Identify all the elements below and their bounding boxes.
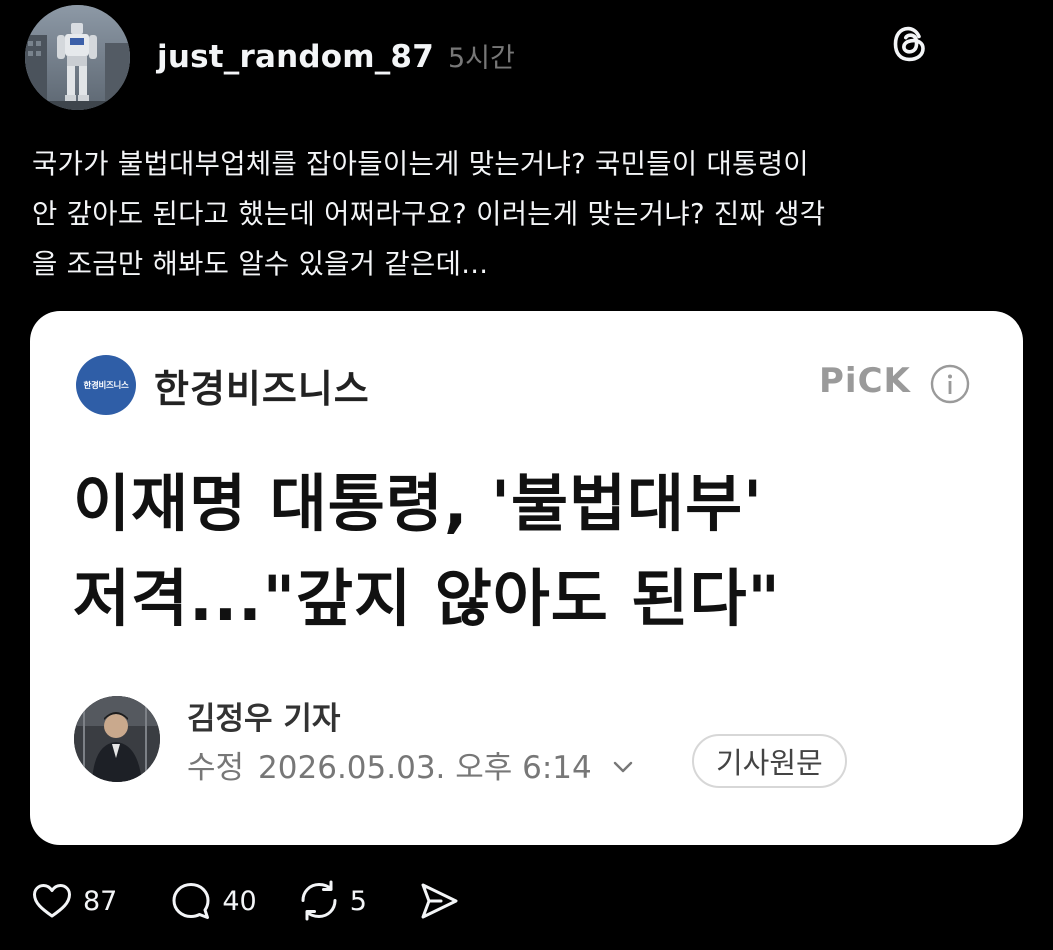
reply-button[interactable]: 40 [169,879,257,923]
user-avatar[interactable] [25,5,130,110]
threads-post: just_random_87 5시간 국가가 불법대부업체를 잡아들이는게 맞는… [0,0,1053,950]
repost-icon [297,879,341,923]
like-count: 87 [83,885,118,917]
reporter-avatar [74,696,160,782]
share-icon [417,879,461,923]
username[interactable]: just_random_87 [157,39,434,75]
comment-icon [169,879,213,923]
reporter-name: 김정우 기자 [187,701,341,737]
post-text: 국가가 불법대부업체를 잡아들이는게 맞는거냐? 국민들이 대통령이 안 갚아도… [32,148,826,280]
pick-badge: PiCK [819,361,911,401]
share-button[interactable] [417,879,461,923]
post-header: just_random_87 5시간 [157,36,515,75]
press-name: 한경비즈니스 [154,367,370,411]
chevron-down-icon[interactable] [610,752,636,778]
original-article-button[interactable]: 기사원문 [692,734,847,788]
heart-icon [30,879,74,923]
news-card[interactable]: 한경비즈니스 한경비즈니스 PiCK 이재명 대통령, '불법대부' 저격...… [30,311,1023,845]
press-logo: 한경비즈니스 [76,355,136,415]
article-datetime: 2026.05.03. 오후 6:14 [258,750,592,786]
threads-logo-icon[interactable] [890,24,930,64]
like-button[interactable]: 87 [30,879,117,923]
article-headline: 이재명 대통령, '불법대부' 저격..."갚지 않아도 된다" [73,467,781,635]
repost-count: 5 [349,885,367,917]
reply-count: 40 [222,885,257,917]
repost-button[interactable]: 5 [297,879,367,923]
action-bar: 87 40 5 [30,879,493,923]
edited-label: 수정 [187,750,245,786]
info-icon[interactable] [930,364,970,404]
post-time: 5시간 [447,43,515,74]
article-meta: 수정 2026.05.03. 오후 6:14 [187,742,636,787]
